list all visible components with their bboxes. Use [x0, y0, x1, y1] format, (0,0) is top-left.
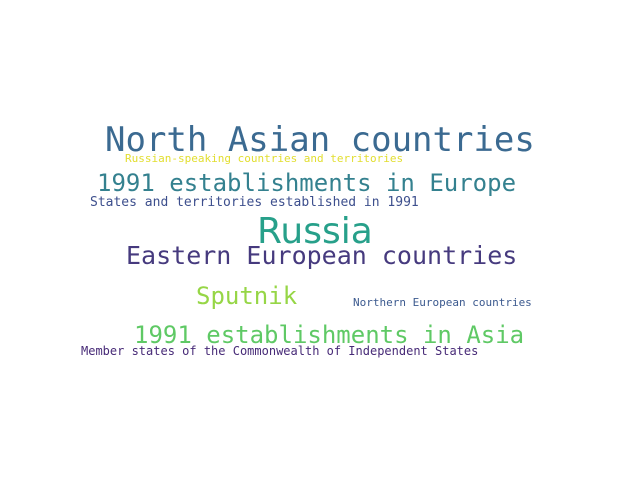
word-1991-establishments-europe: 1991 establishments in Europe — [97, 169, 517, 197]
word-cloud: North Asian countries Russian-speaking c… — [0, 0, 640, 480]
word-russian-speaking-countries: Russian-speaking countries and territori… — [125, 152, 404, 165]
word-northern-european-countries: Northern European countries — [353, 296, 532, 309]
word-cis-member-states: Member states of the Commonwealth of Ind… — [81, 344, 479, 358]
word-eastern-european-countries: Eastern European countries — [126, 241, 518, 270]
word-states-territories-1991: States and territories established in 19… — [90, 195, 419, 210]
word-sputnik: Sputnik — [196, 282, 298, 310]
